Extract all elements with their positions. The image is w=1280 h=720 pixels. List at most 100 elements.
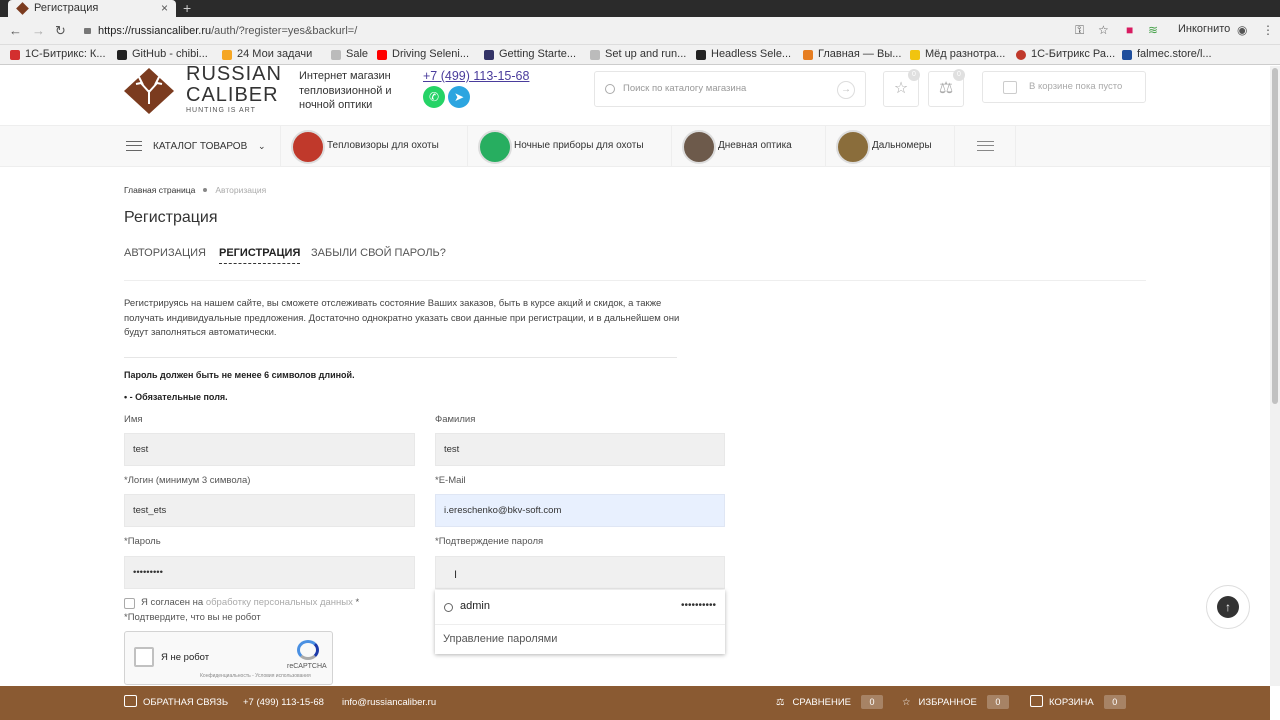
robot-check-label: *Подтвердите, что вы не робот [124, 612, 261, 623]
consent-label: Я согласен на обработку персональных дан… [141, 597, 359, 608]
tab-login[interactable]: АВТОРИЗАЦИЯ [124, 247, 206, 259]
bookmark-item[interactable]: Headless Sele... [696, 45, 791, 64]
tab-title: Регистрация [34, 2, 99, 14]
bookmark-item[interactable]: Главная — Вы... [803, 45, 901, 64]
email-field[interactable]: i.ereschenko@bkv-soft.com [435, 494, 725, 527]
saved-username: admin [460, 600, 490, 612]
header-phone-link[interactable]: +7 (499) 113-15-68 [423, 69, 529, 83]
scroll-to-top-button[interactable]: ↑ [1206, 585, 1250, 629]
catalog-menu-button[interactable]: КАТАЛОГ ТОВАРОВ ⌄ [124, 126, 266, 166]
saved-password-mask: •••••••••• [680, 600, 716, 611]
nav-item-thermal[interactable]: Тепловизоры для охоты [280, 126, 439, 166]
whatsapp-icon[interactable]: ✆ [423, 86, 445, 108]
nav-item-label: Дальномеры [872, 140, 932, 151]
bookmark-favicon-icon [10, 50, 20, 60]
menu-icon [977, 141, 994, 151]
recaptcha-brand: reCAPTCHA [287, 663, 327, 670]
thermal-deer-thumbnail [291, 130, 325, 164]
feedback-link[interactable]: ОБРАТНАЯ СВЯЗЬ [124, 686, 228, 720]
password-label: *Пароль [124, 536, 161, 547]
footer-phone[interactable]: +7 (499) 113-15-68 [243, 686, 324, 720]
bookmark-item[interactable]: Sale [331, 45, 368, 64]
bookmark-item[interactable]: Getting Starte... [484, 45, 576, 64]
favorites-button[interactable]: ☆ 0 [883, 69, 920, 107]
incognito-icon[interactable]: ◉ [1237, 23, 1247, 37]
arrow-up-icon: ↑ [1217, 596, 1239, 618]
compare-button[interactable]: ⚖ 0 [928, 69, 965, 107]
logo-antlers-icon[interactable] [124, 68, 174, 114]
close-tab-icon[interactable]: × [161, 0, 168, 16]
bookmark-item[interactable]: Driving Seleni... [377, 45, 469, 64]
bookmark-item[interactable]: 1С-Битрикс Ра... [1016, 45, 1115, 64]
registration-intro: Регистрируясь на нашем сайте, вы сможете… [124, 298, 680, 338]
forward-icon[interactable]: → [32, 23, 45, 38]
bookmark-item[interactable]: falmec.store/l... [1122, 45, 1212, 64]
page-icon [331, 50, 341, 60]
nav-item-rangefinders[interactable]: Дальномеры [825, 126, 932, 166]
nav-more-button[interactable] [954, 126, 1016, 166]
key-icon[interactable]: ⚿ [1075, 23, 1084, 38]
store-slogan: Интернет магазин тепловизионной и ночной… [299, 70, 392, 111]
nav-item-label: Ночные приборы для охоты [514, 140, 644, 151]
confirm-password-field[interactable] [435, 556, 725, 589]
tab-register[interactable]: РЕГИСТРАЦИЯ [219, 247, 301, 264]
bookmark-item[interactable]: Мёд разнотра... [910, 45, 1005, 64]
nav-item-day-optics[interactable]: Дневная оптика [671, 126, 792, 166]
github-icon [117, 50, 127, 60]
star-bookmark-icon[interactable]: ☆ [1098, 23, 1109, 37]
search-input[interactable]: Поиск по каталогу магазина → [594, 71, 866, 107]
back-icon[interactable]: ← [9, 23, 22, 38]
header-cart-button[interactable]: В корзине пока пусто [982, 71, 1146, 103]
text-cursor-icon: I [454, 569, 458, 581]
bookmark-item[interactable]: 1С-Битрикс: К... [10, 45, 106, 64]
recaptcha-checkbox[interactable] [134, 647, 154, 667]
globe-icon [444, 603, 453, 612]
lock-icon [84, 28, 91, 34]
scrollbar-thumb[interactable] [1272, 68, 1278, 404]
personal-data-link[interactable]: обработку персональных данных [206, 597, 353, 608]
cart-status: В корзине пока пусто [1029, 81, 1123, 92]
logo-text[interactable]: RUSSIAN CALIBER [186, 64, 282, 106]
extension-layers-icon[interactable]: ≋ [1148, 23, 1158, 37]
login-field[interactable]: test_ets [124, 494, 415, 527]
new-tab-button[interactable]: + [183, 0, 191, 16]
footer-email[interactable]: info@russiancaliber.ru [342, 686, 436, 720]
footer-favorites[interactable]: ☆ ИЗБРАННОЕ 0 [902, 686, 1009, 720]
bookmark-item[interactable]: Set up and run... [590, 45, 686, 64]
menu-dots-icon[interactable]: ⋮ [1262, 23, 1274, 37]
surname-field[interactable]: test [435, 433, 725, 466]
saved-credential-row[interactable]: admin •••••••••• [435, 590, 725, 625]
consent-checkbox[interactable] [124, 598, 135, 609]
password-rule-note: Пароль должен быть не менее 6 символов д… [124, 370, 355, 380]
footer-cart[interactable]: КОРЗИНА 0 [1030, 686, 1126, 720]
breadcrumb-current: Авторизация [215, 185, 267, 195]
footer-compare[interactable]: ⚖ СРАВНЕНИЕ 0 [776, 686, 883, 720]
sticky-footer: ОБРАТНАЯ СВЯЗЬ +7 (499) 113-15-68 info@r… [0, 686, 1270, 720]
incognito-label[interactable]: Инкогнито [1178, 23, 1230, 35]
catalog-label: КАТАЛОГ ТОВАРОВ [153, 141, 248, 152]
search-submit-arrow-icon[interactable]: → [837, 81, 855, 99]
favorites-label: ИЗБРАННОЕ [918, 697, 977, 708]
page-icon [590, 50, 600, 60]
breadcrumb-home[interactable]: Главная страница [124, 185, 195, 195]
recaptcha-terms[interactable]: Конфиденциальность - Условия использован… [200, 673, 311, 679]
recaptcha-label: Я не робот [161, 652, 210, 663]
name-field[interactable]: test [124, 433, 415, 466]
bookmark-item[interactable]: GitHub - chibi... [117, 45, 208, 64]
password-field[interactable]: ••••••••• [124, 556, 415, 589]
cart-count-badge: 0 [1103, 695, 1126, 709]
reload-icon[interactable]: ↻ [55, 23, 66, 39]
manage-passwords-link[interactable]: Управление паролями [443, 633, 557, 645]
bookmark-item[interactable]: 24 Мои задачи [222, 45, 312, 64]
browser-tab[interactable]: Регистрация × [8, 0, 176, 17]
recaptcha-logo-icon [297, 640, 319, 660]
password-autofill-popup: admin •••••••••• Управление паролями [435, 590, 725, 654]
telegram-icon[interactable]: ➤ [448, 86, 470, 108]
tab-forgot-password[interactable]: ЗАБЫЛИ СВОЙ ПАРОЛЬ? [311, 247, 446, 259]
github-icon [696, 50, 706, 60]
docs-icon [484, 50, 494, 60]
nav-item-night-vision[interactable]: Ночные приборы для охоты [467, 126, 644, 166]
extension-icon[interactable]: ■ [1126, 23, 1133, 37]
url-host: https://russiancaliber.ru [98, 25, 212, 37]
url-field[interactable]: https://russiancaliber.ru/auth/?register… [80, 20, 1090, 42]
